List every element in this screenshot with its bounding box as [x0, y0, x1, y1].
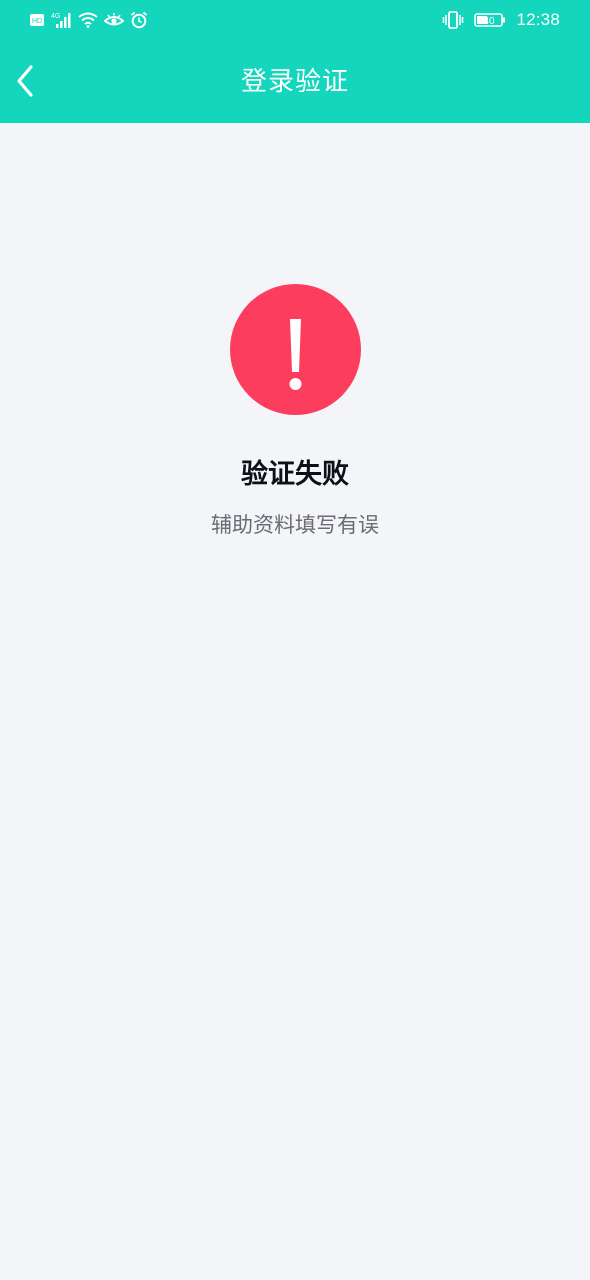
- hd-icon: HD: [30, 14, 44, 26]
- nav-bar: 登录验证: [0, 40, 590, 123]
- svg-text:4G: 4G: [51, 13, 60, 20]
- svg-text:HD: HD: [32, 18, 42, 25]
- svg-text:40: 40: [484, 16, 496, 27]
- eye-comfort-icon: [104, 12, 124, 28]
- page-title: 登录验证: [240, 67, 349, 97]
- vibrate-icon: [442, 11, 464, 29]
- wifi-icon: [78, 12, 98, 28]
- status-right: 40 12:38: [442, 8, 560, 32]
- status-time: 12:38: [516, 10, 560, 29]
- status-bar: HD 4G 40 12:38: [0, 0, 590, 40]
- result-title: 验证失败: [241, 459, 349, 490]
- exclamation-icon: [289, 319, 302, 390]
- app-header: HD 4G 40 12:38 登录验证: [0, 0, 590, 123]
- battery-icon: 40: [474, 12, 506, 28]
- error-status-icon: [230, 284, 361, 415]
- alarm-clock-icon: [130, 11, 148, 29]
- result-message: 辅助资料填写有误: [211, 513, 379, 537]
- status-left: HD 4G: [30, 9, 148, 31]
- cellular-signal-icon: 4G: [50, 11, 72, 29]
